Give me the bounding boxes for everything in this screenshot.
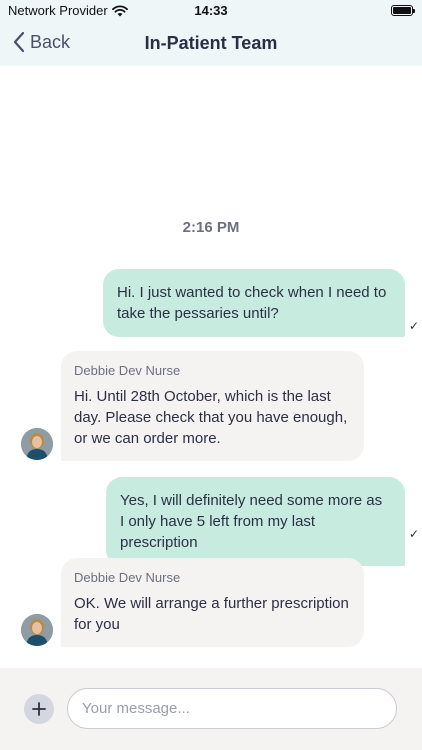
chat-timestamp: 2:16 PM — [182, 219, 240, 236]
chat-thread[interactable]: 2:16 PM Hi. I just wanted to check when … — [0, 66, 422, 668]
outgoing-message[interactable]: Yes, I will definitely need some more as… — [106, 477, 405, 566]
delivered-check-icon: ✓ — [409, 319, 420, 333]
message-text: Hi. I just wanted to check when I need t… — [117, 284, 387, 322]
status-bar: Network Provider 14:33 — [0, 0, 422, 22]
message-text: Hi. Until 28th October, which is the las… — [74, 388, 348, 447]
message-text: OK. We will arrange a further prescripti… — [74, 595, 349, 633]
nav-bar: Back In-Patient Team — [0, 22, 422, 66]
message-text: Yes, I will definitely need some more as… — [120, 492, 383, 551]
page-title: In-Patient Team — [144, 33, 278, 53]
sender-name: Debbie Dev Nurse — [74, 570, 181, 585]
message-composer — [0, 668, 422, 750]
delivered-check-icon: ✓ — [409, 527, 420, 541]
plus-icon — [32, 702, 46, 716]
avatar — [21, 428, 53, 460]
avatar — [21, 614, 53, 646]
outgoing-message[interactable]: Hi. I just wanted to check when I need t… — [103, 269, 405, 337]
sender-name: Debbie Dev Nurse — [74, 363, 181, 378]
battery-icon — [391, 5, 415, 16]
incoming-message[interactable]: Debbie Dev Nurse Hi. Until 28th October,… — [61, 351, 364, 461]
add-attachment-button[interactable] — [24, 694, 54, 724]
message-input[interactable] — [67, 688, 397, 729]
incoming-message[interactable]: Debbie Dev Nurse OK. We will arrange a f… — [61, 558, 364, 647]
status-time: 14:33 — [194, 3, 228, 18]
